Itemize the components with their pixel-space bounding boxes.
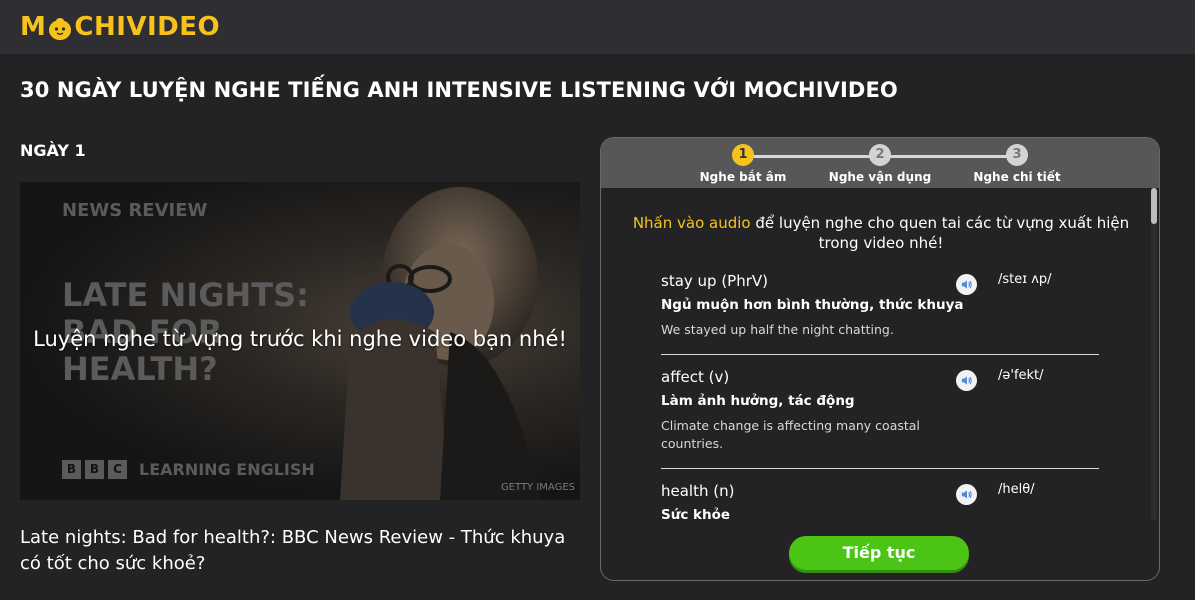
- stepper: 1 Nghe bắt âm 2 Nghe vận dụng 3 Nghe chi…: [601, 138, 1159, 188]
- step-label: Nghe vận dụng: [828, 170, 932, 184]
- step-3[interactable]: 3 Nghe chi tiết: [952, 144, 1082, 184]
- overlay-message: Luyện nghe từ vựng trước khi nghe video …: [33, 326, 567, 351]
- speaker-icon[interactable]: [956, 274, 977, 295]
- step-1[interactable]: 1 Nghe bắt âm: [678, 144, 808, 184]
- vocab-item: affect (v) Làm ảnh hưởng, tác động Clima…: [661, 368, 1099, 453]
- continue-button[interactable]: Tiếp tục: [789, 536, 969, 570]
- vocab-ipa: /steɪ ʌp/: [998, 272, 1052, 287]
- speaker-icon[interactable]: [956, 370, 977, 391]
- mochi-mascot-icon: [49, 18, 72, 40]
- scrollbar-thumb[interactable]: [1151, 188, 1157, 224]
- listening-panel: 1 Nghe bắt âm 2 Nghe vận dụng 3 Nghe chi…: [600, 137, 1160, 581]
- vocab-meaning: Làm ảnh hưởng, tác động: [661, 393, 855, 409]
- top-bar: M CHIVIDEO: [0, 0, 1195, 54]
- vocab-example: Climate change is affecting many coastal…: [661, 418, 920, 451]
- vocab-item: stay up (PhrV) Ngủ muộn hơn bình thường,…: [661, 272, 1099, 339]
- step-label: Nghe bắt âm: [699, 170, 787, 184]
- vocab-meaning: Sức khỏe: [661, 507, 731, 523]
- day-label: NGÀY 1: [20, 141, 86, 160]
- divider: [661, 354, 1099, 355]
- step-number: 2: [869, 144, 891, 166]
- vocab-example: We stayed up half the night chatting.: [661, 322, 894, 337]
- video-player[interactable]: NEWS REVIEW LATE NIGHTS: BAD FOR HEALTH?…: [20, 182, 580, 500]
- logo[interactable]: M CHIVIDEO: [20, 10, 220, 44]
- intro-rest: để luyện nghe cho quen tai các từ vựng x…: [750, 214, 1130, 252]
- vocab-meaning: Ngủ muộn hơn bình thường, thức khuya: [661, 297, 964, 313]
- vocab-ipa: /ə'fekt/: [998, 368, 1044, 383]
- video-overlay: Luyện nghe từ vựng trước khi nghe video …: [20, 182, 580, 500]
- page-title: 30 NGÀY LUYỆN NGHE TIẾNG ANH INTENSIVE L…: [20, 78, 898, 102]
- step-number: 3: [1006, 144, 1028, 166]
- logo-text-left: M: [20, 12, 47, 42]
- intro-highlight: Nhấn vào audio: [632, 214, 751, 232]
- video-title: Late nights: Bad for health?: BBC News R…: [20, 527, 566, 574]
- vocab-ipa: /helθ/: [998, 482, 1035, 497]
- divider: [661, 468, 1099, 469]
- step-2[interactable]: 2 Nghe vận dụng: [815, 144, 945, 184]
- intro-text: Nhấn vào audio để luyện nghe cho quen ta…: [631, 213, 1131, 253]
- vocab-item: health (n) Sức khỏe /helθ/: [661, 482, 1099, 523]
- logo-text-right: CHIVIDEO: [74, 12, 221, 42]
- speaker-icon[interactable]: [956, 484, 977, 505]
- vocab-list[interactable]: Nhấn vào audio để luyện nghe cho quen ta…: [601, 188, 1159, 580]
- step-number: 1: [732, 144, 754, 166]
- scrollbar-track[interactable]: [1151, 190, 1157, 520]
- step-label: Nghe chi tiết: [973, 170, 1061, 184]
